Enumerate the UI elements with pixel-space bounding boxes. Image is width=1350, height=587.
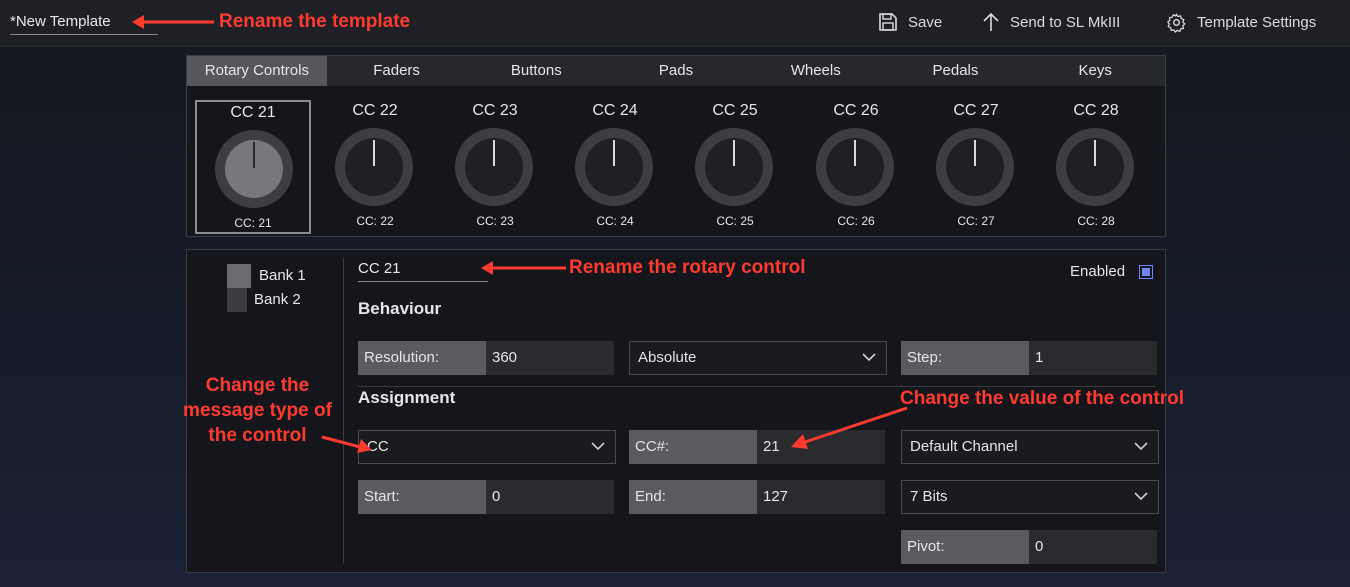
save-label: Save (908, 13, 943, 31)
knob-cc-label: CC: 26 (837, 214, 875, 228)
knob-title: CC 25 (712, 102, 758, 119)
pivot-field[interactable]: Pivot: 0 (901, 530, 1157, 564)
rotary-control-cc24[interactable]: CC 24 CC: 24 (557, 100, 673, 234)
bits-select[interactable]: 7 Bits (901, 480, 1159, 514)
annotation-message-type-line-1: Change the (205, 375, 310, 396)
knob-row: CC 21 CC: 21 CC 22 CC: 22 CC 23 CC: 23 C… (187, 86, 1165, 236)
resolution-value[interactable]: 360 (486, 341, 614, 375)
rotary-control-cc26[interactable]: CC 26 CC: 26 (798, 100, 914, 234)
tab-pedals[interactable]: Pedals (886, 56, 1026, 86)
end-value[interactable]: 127 (757, 480, 885, 514)
upload-arrow-icon (983, 12, 999, 31)
knob-dial-icon (335, 128, 413, 206)
end-label: End: (629, 480, 757, 514)
tab-rotary-controls[interactable]: Rotary Controls (187, 56, 327, 86)
step-label: Step: (901, 341, 1029, 375)
control-type-tabs: Rotary Controls Faders Buttons Pads Whee… (187, 56, 1165, 86)
rotary-control-cc28[interactable]: CC 28 CC: 28 (1038, 100, 1154, 234)
start-field[interactable]: Start: 0 (358, 480, 614, 514)
gear-icon (1167, 13, 1186, 33)
knob-title: CC 24 (592, 102, 638, 119)
control-name-input[interactable]: CC 21 (358, 259, 488, 282)
knob-cc-label: CC: 22 (356, 214, 394, 228)
annotation-rename-template: Rename the template (219, 11, 411, 32)
rotary-control-cc23[interactable]: CC 23 CC: 23 (437, 100, 553, 234)
annotation-message-type-line-2: message type of (183, 400, 332, 421)
knob-cc-label: CC: 23 (476, 214, 514, 228)
controls-panel: Rotary Controls Faders Buttons Pads Whee… (186, 55, 1166, 237)
template-settings-label: Template Settings (1197, 13, 1317, 31)
pivot-label: Pivot: (901, 530, 1029, 564)
checkbox-check-icon (1142, 268, 1150, 276)
cc-number-label: CC#: (629, 430, 757, 464)
annotation-change-value: Change the value of the control (900, 388, 1184, 409)
tab-wheels[interactable]: Wheels (746, 56, 886, 86)
knob-dial-icon (695, 128, 773, 206)
annotation-arrow-control-name (481, 261, 566, 275)
bank-label: Bank 1 (259, 267, 306, 284)
annotation-arrow-change-value (791, 406, 908, 449)
knob-cc-label: CC: 28 (1077, 214, 1115, 228)
pivot-value[interactable]: 0 (1029, 530, 1157, 564)
knob-title: CC 27 (953, 102, 999, 119)
bank-label: Bank 2 (254, 291, 301, 308)
knob-cc-label: CC: 25 (716, 214, 754, 228)
chevron-down-icon (1134, 442, 1148, 451)
tab-buttons[interactable]: Buttons (466, 56, 606, 86)
rotary-control-cc21[interactable]: CC 21 CC: 21 (195, 100, 311, 234)
mode-selected-value: Absolute (638, 349, 697, 366)
channel-select[interactable]: Default Channel (901, 430, 1159, 464)
rotary-control-cc22[interactable]: CC 22 CC: 22 (317, 100, 433, 234)
template-settings-button[interactable]: Template Settings (1166, 10, 1316, 34)
knob-title: CC 22 (352, 102, 398, 119)
knob-title: CC 28 (1073, 102, 1119, 119)
bank-swatch (227, 264, 251, 288)
end-field[interactable]: End: 127 (629, 480, 885, 514)
bits-value: 7 Bits (910, 488, 948, 505)
step-field[interactable]: Step: 1 (901, 341, 1157, 375)
send-label: Send to SL MkIII (1010, 13, 1121, 31)
knob-cc-label: CC: 21 (234, 216, 272, 230)
knob-title: CC 21 (230, 104, 276, 121)
mode-select[interactable]: Absolute (629, 341, 887, 375)
save-icon (879, 13, 897, 31)
annotation-arrow-template (132, 15, 214, 29)
resolution-field[interactable]: Resolution: 360 (358, 341, 614, 375)
channel-value: Default Channel (910, 438, 1018, 455)
knob-title: CC 23 (472, 102, 518, 119)
knob-dial-icon (816, 128, 894, 206)
message-type-select[interactable]: CC (358, 430, 616, 464)
knob-cc-label: CC: 24 (596, 214, 634, 228)
enabled-checkbox[interactable] (1139, 265, 1153, 279)
tab-pads[interactable]: Pads (606, 56, 746, 86)
assignment-heading: Assignment (358, 388, 456, 407)
save-button[interactable]: Save (878, 10, 942, 34)
start-value[interactable]: 0 (486, 480, 614, 514)
rotary-control-cc27[interactable]: CC 27 CC: 27 (918, 100, 1034, 234)
step-value[interactable]: 1 (1029, 341, 1157, 375)
knob-dial-icon (215, 130, 293, 208)
send-to-device-button[interactable]: Send to SL MkIII (982, 10, 1120, 34)
tab-keys[interactable]: Keys (1025, 56, 1165, 86)
enabled-label: Enabled (1070, 263, 1126, 280)
annotation-rename-control: Rename the rotary control (569, 257, 806, 278)
chevron-down-icon (862, 353, 876, 362)
knob-cc-label: CC: 27 (957, 214, 995, 228)
chevron-down-icon (1134, 492, 1148, 501)
resolution-label: Resolution: (358, 341, 486, 375)
knob-dial-icon (575, 128, 653, 206)
knob-dial-icon (455, 128, 533, 206)
rotary-control-cc25[interactable]: CC 25 CC: 25 (677, 100, 793, 234)
start-label: Start: (358, 480, 486, 514)
knob-dial-icon (936, 128, 1014, 206)
bank-swatch (227, 288, 247, 312)
chevron-down-icon (591, 442, 605, 451)
knob-title: CC 26 (833, 102, 879, 119)
knob-dial-icon (1056, 128, 1134, 206)
section-divider (358, 386, 1156, 387)
tab-faders[interactable]: Faders (327, 56, 467, 86)
annotation-arrow-message-type (321, 435, 372, 453)
behaviour-heading: Behaviour (358, 299, 442, 318)
